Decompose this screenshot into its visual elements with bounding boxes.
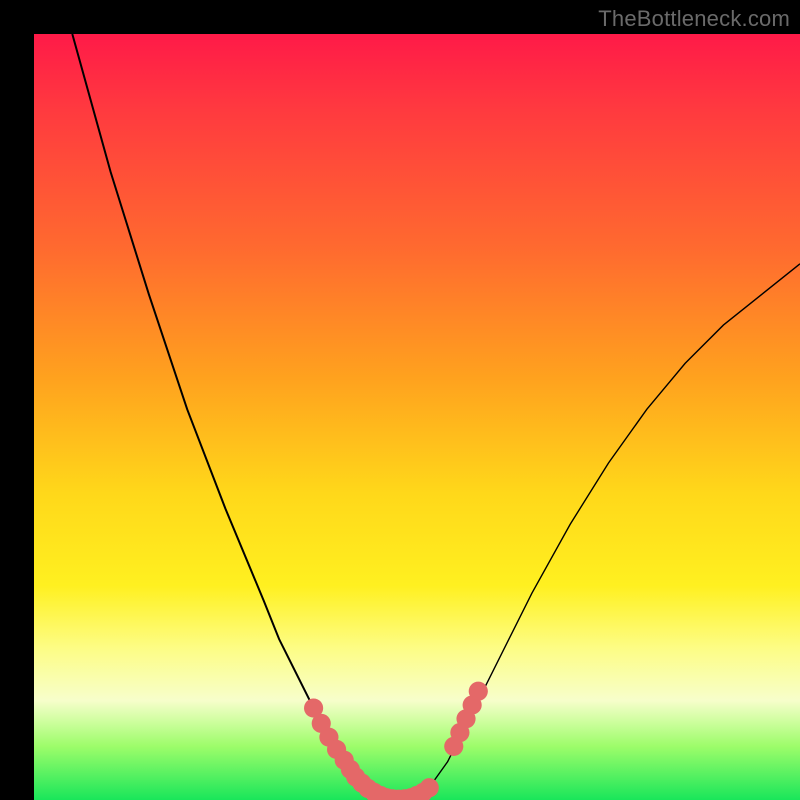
left-marker-cluster xyxy=(304,699,439,800)
plot-area xyxy=(34,34,800,800)
line-right-branch xyxy=(432,264,800,783)
marker-dot xyxy=(420,778,439,797)
series-right-branch xyxy=(432,264,800,783)
right-marker-cluster xyxy=(444,682,488,756)
series-left-branch xyxy=(72,34,371,791)
chart-stage: TheBottleneck.com xyxy=(0,0,800,800)
watermark-text: TheBottleneck.com xyxy=(598,6,790,32)
curve-layer xyxy=(34,34,800,800)
line-left-branch xyxy=(72,34,371,791)
marker-dot xyxy=(469,682,488,701)
